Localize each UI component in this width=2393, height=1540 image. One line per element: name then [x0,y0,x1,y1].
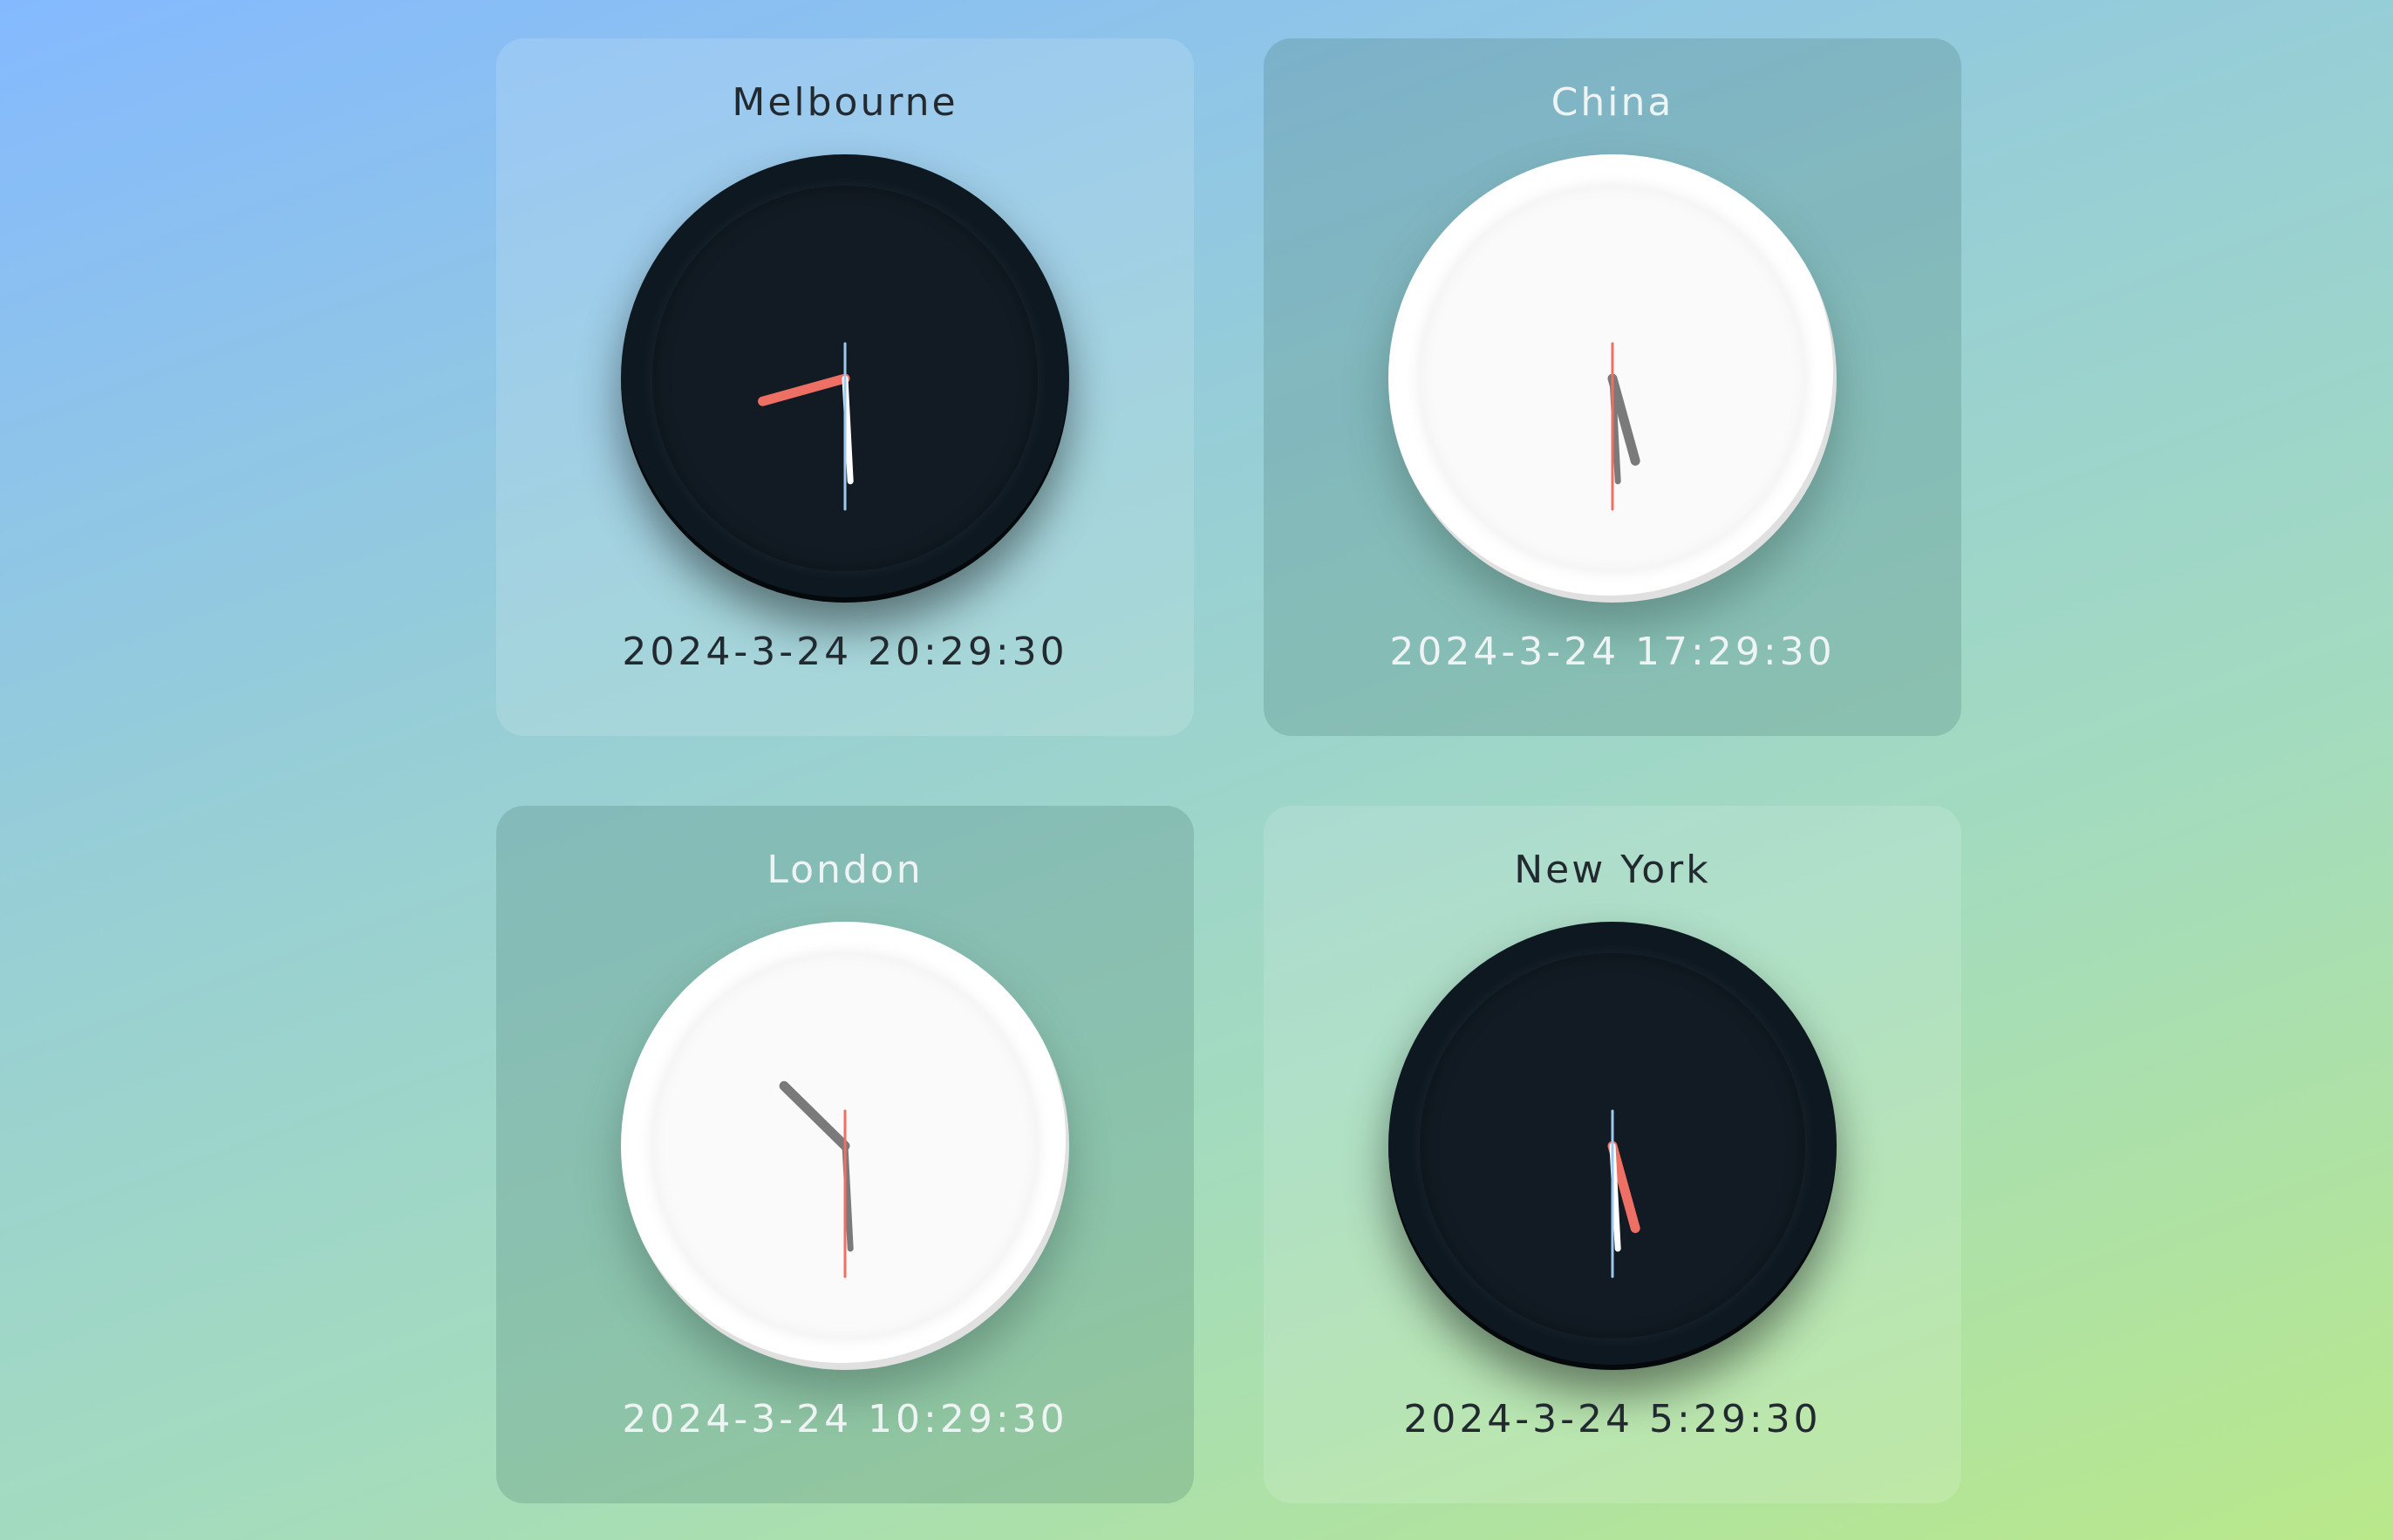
city-name: Melbourne [732,80,958,125]
datetime-label: 2024-3-24 17:29:30 [1389,630,1836,674]
hour-hand [758,373,850,406]
analog-clock [621,154,1069,603]
analog-clock [1388,154,1837,603]
clock-hands [779,1080,854,1278]
clock-card-china: China 2024-3-24 17:29:30 [1264,38,1961,736]
clock-hands [758,342,854,511]
datetime-label: 2024-3-24 20:29:30 [622,630,1068,674]
clock-card-new-york: New York 2024-3-24 5:29:30 [1264,806,1961,1503]
hour-hand [779,1080,850,1151]
city-name: London [767,848,924,892]
analog-clock [621,922,1069,1370]
city-name: New York [1514,848,1711,892]
clock-card-melbourne: Melbourne 2024-3-24 20:29:30 [496,38,1194,736]
analog-clock [1388,922,1837,1370]
clock-card-london: London 2024-3-24 10:29:30 [496,806,1194,1503]
datetime-label: 2024-3-24 10:29:30 [622,1397,1068,1441]
clock-hands [1607,342,1640,511]
clock-hands [1607,1109,1640,1278]
datetime-label: 2024-3-24 5:29:30 [1403,1397,1822,1441]
city-name: China [1551,80,1674,125]
